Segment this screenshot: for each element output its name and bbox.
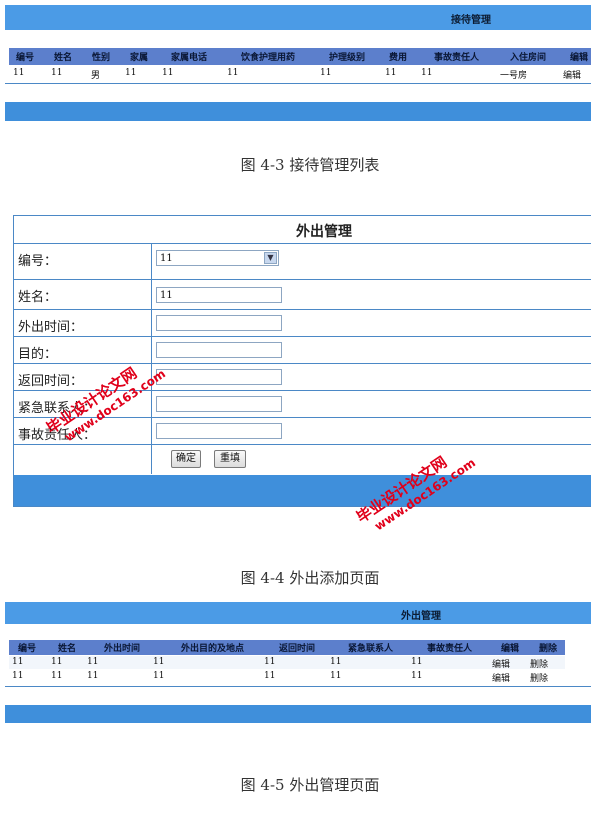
col-header-fee: 费用	[389, 53, 408, 63]
col-header-diet-care: 饮食护理用药	[241, 53, 296, 63]
cell-responsible: 11	[411, 657, 423, 667]
cell-family-phone: 11	[162, 68, 174, 78]
col-header-care-level: 护理级别	[329, 53, 366, 63]
divider	[5, 686, 591, 687]
edit-link[interactable]: 编辑	[563, 68, 581, 81]
col-header-responsible: 事故责任人	[434, 53, 480, 63]
col-header-edit: 编辑	[501, 644, 520, 654]
name-input[interactable]: 11	[156, 287, 282, 303]
cell-emergency-contact: 11	[330, 671, 342, 681]
col-header-room: 入住房间	[510, 53, 547, 63]
col-header-family: 家属	[130, 53, 149, 63]
caption-4-4: 图 4-4 外出添加页面	[240, 569, 380, 587]
col-header-gender: 性别	[92, 53, 111, 63]
form-title: 外出管理	[296, 224, 352, 240]
name-input-value: 11	[160, 290, 173, 301]
return-time-label: 返回时间：	[18, 374, 84, 389]
col-header-edit: 编辑	[570, 53, 589, 63]
cell-gender: 男	[91, 71, 101, 81]
table-row: 11 11 男 11 11 11 11 11 11 一号房 编辑	[9, 66, 591, 82]
cell-name: 11	[51, 68, 63, 78]
name-label: 姓名：	[18, 290, 58, 305]
form-row-buttons: 确定 重填	[14, 444, 591, 475]
col-header-delete: 删除	[539, 644, 558, 654]
cell-purpose-place: 11	[153, 657, 165, 667]
col-header-name: 姓名	[58, 644, 77, 654]
outing-table-header: 编号 姓名 外出时间 外出目的及地点 返回时间 紧急联系人 事故责任人 编辑 删…	[9, 640, 565, 655]
col-header-return-time: 返回时间	[279, 644, 316, 654]
cell-diet-care: 11	[227, 68, 239, 78]
cell-name: 11	[51, 671, 63, 681]
confirm-button[interactable]: 确定	[171, 450, 201, 468]
cell-responsible: 11	[411, 671, 423, 681]
cell-name: 11	[51, 657, 63, 667]
col-header-name: 姓名	[54, 53, 73, 63]
return-time-input[interactable]	[156, 369, 282, 385]
outing-title-bar: 外出管理	[5, 602, 591, 624]
caption-4-5: 图 4-5 外出管理页面	[240, 776, 380, 794]
cell-room: 一号房	[500, 71, 528, 81]
col-header-purpose-place: 外出目的及地点	[181, 644, 245, 654]
cell-return-time: 11	[264, 657, 276, 667]
col-header-id: 编号	[16, 53, 35, 63]
out-time-label: 外出时间：	[18, 320, 84, 335]
emergency-contact-input[interactable]	[156, 396, 282, 412]
table-row: 11 11 11 11 11 11 11 编辑 删除	[9, 656, 565, 670]
col-header-emergency-contact: 紧急联系人	[348, 644, 394, 654]
cell-emergency-contact: 11	[330, 657, 342, 667]
edit-link[interactable]: 编辑	[492, 657, 510, 670]
outing-list-panel: 外出管理 编号 姓名 外出时间 外出目的及地点 返回时间 紧急联系人 事故责任人…	[5, 602, 591, 723]
col-header-out-time: 外出时间	[104, 644, 141, 654]
cell-id: 11	[12, 671, 24, 681]
form-row-name: 姓名： 11	[14, 279, 591, 310]
form-row-purpose: 目的：	[14, 336, 591, 364]
cell-family: 11	[125, 68, 137, 78]
outing-add-form: 外出管理 编号： 11 ▼ 姓名： 11 外出时间： 目的： 返回时间： 紧急联…	[13, 215, 591, 507]
delete-link[interactable]: 删除	[530, 657, 548, 670]
table-row: 11 11 11 11 11 11 11 编辑 删除	[9, 670, 565, 684]
reception-table-header: 编号 姓名 性别 家属 家属电话 饮食护理用药 护理级别 费用 事故责任人 入住…	[9, 48, 591, 65]
id-select-value: 11	[160, 253, 173, 264]
cell-out-time: 11	[87, 657, 99, 667]
reception-list-panel: 接待管理 编号 姓名 性别 家属 家属电话 饮食护理用药 护理级别 费用 事故责…	[5, 5, 591, 121]
cell-id: 11	[12, 657, 24, 667]
reception-title-bar: 接待管理	[5, 5, 591, 30]
purpose-input[interactable]	[156, 342, 282, 358]
col-header-family-phone: 家属电话	[171, 53, 208, 63]
cell-purpose-place: 11	[153, 671, 165, 681]
cell-id: 11	[13, 68, 25, 78]
cell-responsible: 11	[421, 68, 433, 78]
cell-fee: 11	[385, 68, 397, 78]
form-row-id: 编号： 11 ▼	[14, 243, 591, 271]
form-row-out-time: 外出时间：	[14, 309, 591, 337]
outing-title: 外出管理	[401, 611, 441, 622]
chevron-down-icon: ▼	[264, 252, 277, 264]
reception-title: 接待管理	[451, 15, 491, 26]
cell-out-time: 11	[87, 671, 99, 681]
cell-care-level: 11	[320, 68, 332, 78]
col-header-id: 编号	[18, 644, 37, 654]
divider	[5, 83, 591, 84]
col-header-responsible: 事故责任人	[427, 644, 473, 654]
reception-footer-bar	[5, 102, 591, 121]
form-title-bar: 外出管理	[14, 216, 591, 243]
caption-4-3: 图 4-3 接待管理列表	[240, 156, 380, 174]
out-time-input[interactable]	[156, 315, 282, 331]
id-label: 编号：	[18, 254, 58, 269]
reset-button[interactable]: 重填	[214, 450, 246, 468]
delete-link[interactable]: 删除	[530, 671, 548, 684]
form-footer-bar	[14, 475, 591, 506]
outing-footer-bar	[5, 705, 591, 723]
responsible-input[interactable]	[156, 423, 282, 439]
purpose-label: 目的：	[18, 347, 58, 362]
cell-return-time: 11	[264, 671, 276, 681]
edit-link[interactable]: 编辑	[492, 671, 510, 684]
id-select[interactable]: 11 ▼	[156, 250, 279, 266]
